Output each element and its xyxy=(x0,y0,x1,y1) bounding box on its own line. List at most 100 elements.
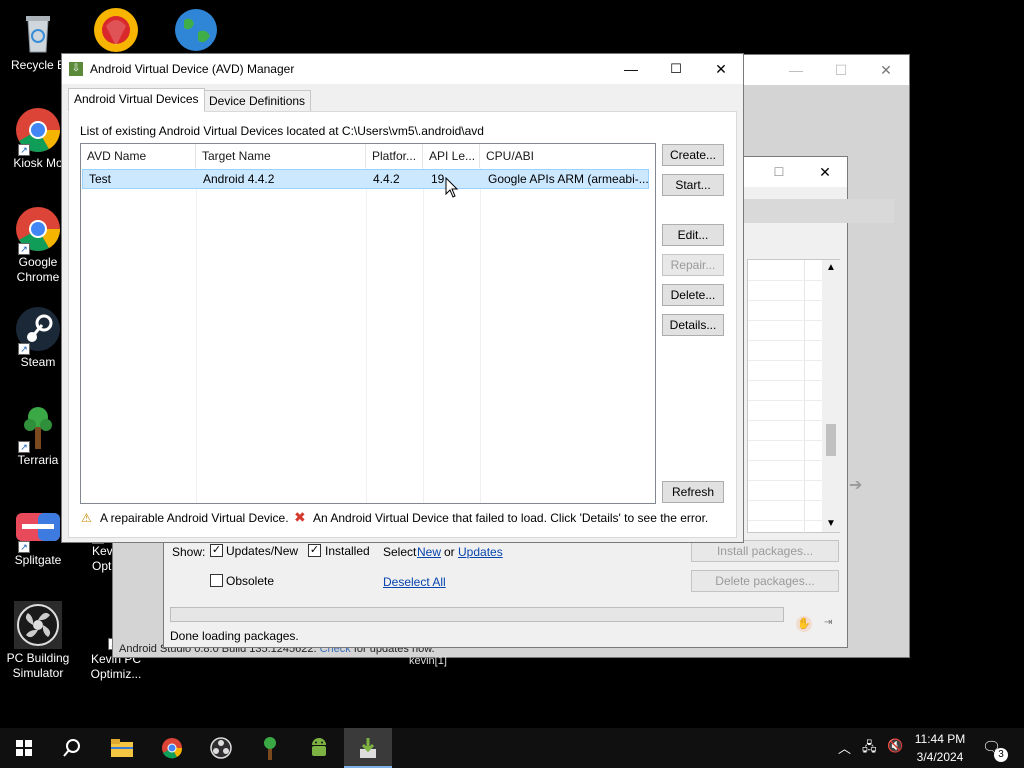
avd-manager-window: ⇩ Android Virtual Device (AVD) Manager —… xyxy=(61,53,744,543)
avd-close-button[interactable]: ✕ xyxy=(698,54,744,84)
install-packages-button[interactable]: Install packages... xyxy=(691,540,839,562)
package-row[interactable] xyxy=(748,340,822,341)
scroll-down-icon[interactable]: ▼ xyxy=(826,518,836,529)
clock-date[interactable]: 3/4/2024 xyxy=(912,750,968,764)
browser-desktop-icon[interactable] xyxy=(92,6,140,54)
studio-maximize-button[interactable]: ☐ xyxy=(818,55,864,85)
studio-minimize-button[interactable]: — xyxy=(773,55,819,85)
network-icon[interactable]: 🖧 xyxy=(862,738,877,760)
taskbar-user-label: kevin[1] xyxy=(409,655,447,667)
taskbar-android-studio[interactable] xyxy=(295,728,343,768)
desktop-icon-label: Steam xyxy=(20,355,56,369)
splitgate-icon: ↗ xyxy=(14,503,62,553)
avd-manager-icon xyxy=(360,738,376,758)
tab-android-virtual-devices[interactable]: Android Virtual Devices xyxy=(68,88,205,112)
package-row[interactable] xyxy=(748,520,822,521)
table-row[interactable]: Test Android 4.4.2 4.4.2 19 Google APIs … xyxy=(82,169,649,189)
package-row[interactable] xyxy=(748,300,822,301)
chrome-icon xyxy=(162,738,183,759)
shortcut-arrow-icon: ↗ xyxy=(18,144,30,156)
sdk-close-button[interactable]: ✕ xyxy=(802,157,848,187)
column-divider xyxy=(196,168,197,503)
delete-packages-button[interactable]: Delete packages... xyxy=(691,570,839,592)
terraria-icon xyxy=(264,737,276,760)
avd-maximize-button[interactable]: ☐ xyxy=(653,54,699,84)
package-row[interactable] xyxy=(748,420,822,421)
taskbar-obs[interactable] xyxy=(197,728,245,768)
scroll-up-icon[interactable]: ▲ xyxy=(826,262,836,273)
obsolete-checkbox[interactable] xyxy=(210,574,223,587)
sdk-status-text: Done loading packages. xyxy=(170,629,299,643)
sdk-maximize-button[interactable]: ☐ xyxy=(756,157,802,187)
shortcut-arrow-icon: ↗ xyxy=(18,441,30,453)
cell-platform: 4.4.2 xyxy=(373,172,400,186)
forward-arrow-icon[interactable]: ➔ xyxy=(849,475,862,495)
start-button[interactable]: Start... xyxy=(662,174,724,196)
installed-checkbox[interactable]: ✓ xyxy=(308,544,321,557)
create-button[interactable]: Create... xyxy=(662,144,724,166)
column-header-target-name[interactable]: Target Name xyxy=(196,144,366,168)
edit-button[interactable]: Edit... xyxy=(662,224,724,246)
desktop-icon-label: Splitgate xyxy=(14,553,62,567)
taskbar-file-explorer[interactable] xyxy=(98,728,146,768)
package-row[interactable] xyxy=(748,320,822,321)
refresh-button[interactable]: Refresh xyxy=(662,481,724,503)
notification-count-badge: 3 xyxy=(994,748,1008,762)
column-header-platform[interactable]: Platfor... xyxy=(366,144,423,168)
desktop-icon-label: Kiosk Mo xyxy=(13,156,63,170)
volume-muted-icon[interactable]: 🔇 xyxy=(887,738,903,754)
package-row[interactable] xyxy=(748,380,822,381)
android-icon xyxy=(312,738,326,756)
globe-icon xyxy=(175,9,217,51)
legend-repairable: A repairable Android Virtual Device. xyxy=(100,511,289,525)
select-new-link[interactable]: New xyxy=(417,545,441,559)
column-header-cpu-abi[interactable]: CPU/ABI xyxy=(480,144,655,168)
desktop-icon-label: Terraria xyxy=(17,453,59,467)
cell-target-name: Android 4.4.2 xyxy=(203,172,275,186)
taskbar: ︿ 🖧 🔇 11:44 PM 3/4/2024 🗨 3 xyxy=(0,728,1024,768)
column-header-api-level[interactable]: API Le... xyxy=(423,144,480,168)
package-row[interactable] xyxy=(748,440,822,441)
repair-button[interactable]: Repair... xyxy=(662,254,724,276)
column-header-avd-name[interactable]: AVD Name xyxy=(81,144,196,168)
start-button[interactable] xyxy=(0,728,48,768)
cell-api-level: 19 xyxy=(431,172,445,186)
clock-time[interactable]: 11:44 PM xyxy=(912,732,968,746)
obsolete-label: Obsolete xyxy=(226,574,275,588)
desktop-icon-pc-building-simulator[interactable]: PC Building Simulator xyxy=(0,601,76,681)
updates-new-checkbox[interactable]: ✓ xyxy=(210,544,223,557)
tab-device-definitions[interactable]: Device Definitions xyxy=(203,90,312,112)
column-divider xyxy=(480,168,481,503)
deselect-all-link[interactable]: Deselect All xyxy=(383,575,446,589)
scrollbar-thumb[interactable] xyxy=(826,424,836,456)
log-icon[interactable]: ⇥ xyxy=(824,617,832,628)
avd-minimize-button[interactable]: — xyxy=(608,54,654,84)
package-row[interactable] xyxy=(748,480,822,481)
stop-icon[interactable]: ✋ xyxy=(796,616,812,632)
taskbar-terraria[interactable] xyxy=(246,728,294,768)
package-row[interactable] xyxy=(748,360,822,361)
delete-button[interactable]: Delete... xyxy=(662,284,724,306)
globe-desktop-icon[interactable] xyxy=(172,6,220,54)
error-x-icon: ✖ xyxy=(294,509,306,525)
package-row[interactable] xyxy=(748,500,822,501)
studio-close-button[interactable]: ✕ xyxy=(863,55,909,85)
select-updates-link[interactable]: Updates xyxy=(458,545,503,559)
cell-avd-name: Test xyxy=(89,172,112,186)
package-row[interactable] xyxy=(748,460,822,461)
package-row[interactable] xyxy=(748,280,822,281)
chrome-icon: ↗ xyxy=(14,205,62,255)
select-label: Select xyxy=(383,545,417,559)
recycle-bin-icon xyxy=(14,8,62,56)
search-button[interactable] xyxy=(48,728,96,768)
tray-chevron-icon[interactable]: ︿ xyxy=(838,738,851,757)
browser-icon xyxy=(94,8,138,52)
package-scrollbar[interactable]: ▲ ▼ xyxy=(822,260,840,532)
taskbar-chrome[interactable] xyxy=(148,728,196,768)
details-button[interactable]: Details... xyxy=(662,314,724,336)
column-divider xyxy=(366,168,367,503)
avd-window-title: Android Virtual Device (AVD) Manager xyxy=(90,62,295,76)
package-row[interactable] xyxy=(748,400,822,401)
taskbar-avd-manager[interactable] xyxy=(344,728,392,768)
windows-logo-icon xyxy=(16,740,32,756)
